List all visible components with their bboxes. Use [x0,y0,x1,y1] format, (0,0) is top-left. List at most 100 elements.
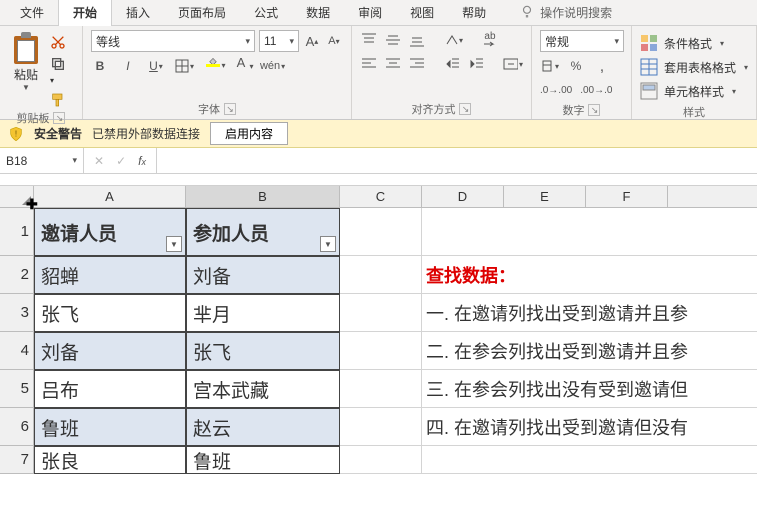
decrease-decimal-button[interactable]: .00→.0 [580,80,612,100]
row-header[interactable]: 3 [0,294,34,332]
table-header-cell[interactable]: 参加人员▼ [186,208,340,256]
accounting-format-button[interactable]: ▾ [540,56,559,76]
wrap-text-button[interactable]: ab [481,30,499,50]
decrease-indent-icon[interactable] [444,54,462,74]
grid-cell[interactable]: 刘备 [34,332,186,370]
increase-indent-icon[interactable] [468,54,486,74]
align-right-icon[interactable] [408,54,426,74]
overlay-line: 三. 在参会列找出没有受到邀请但 [422,370,757,408]
number-dialog-launcher[interactable]: ↘ [588,104,600,116]
conditional-formatting-button[interactable]: 条件格式▾ [640,32,748,54]
alignment-dialog-launcher[interactable]: ↘ [459,103,471,115]
enable-content-button[interactable]: 启用内容 [210,122,288,145]
tab-data[interactable]: 数据 [292,0,344,26]
cut-icon[interactable] [50,34,66,50]
decrease-font-icon[interactable]: A▾ [325,31,343,51]
tab-insert[interactable]: 插入 [112,0,164,26]
insert-function-icon[interactable]: fx [138,154,146,168]
row-header[interactable]: 5 [0,370,34,408]
filter-icon[interactable]: ▼ [320,236,336,252]
format-as-table-button[interactable]: 套用表格格式▾ [640,56,748,78]
font-family-combo[interactable]: 等线▾ [91,30,255,52]
bold-button[interactable]: B [91,56,109,76]
col-header-B[interactable]: B [186,186,340,208]
grid-cell[interactable]: 芈月 [186,294,340,332]
align-top-icon[interactable] [360,30,378,50]
percent-button[interactable]: % [567,56,585,76]
tab-file[interactable]: 文件 [6,0,58,26]
font-color-button[interactable]: A▾ [232,56,250,76]
formula-bar: B18▾ ✕ ✓ fx [0,148,757,174]
grid-cell[interactable]: 张飞 [186,332,340,370]
cancel-formula-icon[interactable]: ✕ [94,154,104,168]
comma-button[interactable]: , [593,56,611,76]
grid-cell[interactable]: 鲁班 [34,408,186,446]
align-center-icon[interactable] [384,54,402,74]
grid-cell[interactable] [340,332,422,370]
tab-help[interactable]: 帮助 [448,0,500,26]
tab-pagelayout[interactable]: 页面布局 [164,0,240,26]
overlay-line: 二. 在参会列找出受到邀请并且参 [422,332,757,370]
phonetic-guide-button[interactable]: wén▾ [260,56,285,76]
tab-review[interactable]: 审阅 [344,0,396,26]
col-header-C[interactable]: C [340,186,422,208]
shield-icon: ! [8,126,24,142]
spreadsheet-grid[interactable]: A B C D E F 1 邀请人员▼ 参加人员▼ 2 貂蝉 刘备 查 [0,186,757,474]
overlay-line: 四. 在邀请列找出受到邀请但没有 [422,408,757,446]
italic-button[interactable]: I [119,56,137,76]
col-header-E[interactable]: E [504,186,586,208]
formula-input[interactable] [157,148,757,173]
table-header-cell[interactable]: 邀请人员▼ [34,208,186,256]
tab-formulas[interactable]: 公式 [240,0,292,26]
col-header-D[interactable]: D [422,186,504,208]
grid-cell[interactable]: 吕布 [34,370,186,408]
grid-cell[interactable]: 鲁班 [186,446,340,474]
grid-cell[interactable]: 张良 [34,446,186,474]
grid-cell[interactable] [340,256,422,294]
underline-button[interactable]: U▾ [147,56,165,76]
align-left-icon[interactable] [360,54,378,74]
tab-view[interactable]: 视图 [396,0,448,26]
grid-cell[interactable] [340,208,422,256]
borders-button[interactable]: ▾ [175,56,194,76]
grid-cell[interactable] [340,370,422,408]
row-header[interactable]: 7 [0,446,34,474]
grid-cell[interactable]: 宫本武藏 [186,370,340,408]
select-all-corner[interactable] [0,186,34,208]
merge-center-button[interactable]: ▾ [503,54,523,74]
grid-cell[interactable] [340,408,422,446]
row-header[interactable]: 6 [0,408,34,446]
font-dialog-launcher[interactable]: ↘ [224,103,236,115]
grid-cell[interactable]: 张飞 [34,294,186,332]
orientation-button[interactable]: ▾ [444,30,463,50]
number-format-combo[interactable]: 常规▾ [540,30,624,52]
grid-cell[interactable] [340,446,422,474]
cell-styles-button[interactable]: 单元格样式▾ [640,80,748,102]
grid-cell[interactable]: 赵云 [186,408,340,446]
align-bottom-icon[interactable] [408,30,426,50]
col-header-F[interactable]: F [586,186,668,208]
lightbulb-icon [520,4,534,21]
row-header[interactable]: 4 [0,332,34,370]
grid-cell[interactable] [340,294,422,332]
fill-color-button[interactable]: ▾ [204,56,222,76]
accept-formula-icon[interactable]: ✓ [116,154,126,168]
styles-group-label: 样式 [683,104,705,120]
filter-icon[interactable]: ▼ [166,236,182,252]
name-box[interactable]: B18▾ [0,148,84,173]
format-painter-icon[interactable] [50,92,66,108]
clipboard-dialog-launcher[interactable]: ↘ [53,112,65,124]
copy-icon[interactable]: ▾ [50,56,66,86]
align-middle-icon[interactable] [384,30,402,50]
grid-cell[interactable]: 刘备 [186,256,340,294]
paste-button[interactable]: 粘贴 ▼ [8,30,44,108]
col-header-A[interactable]: A [34,186,186,208]
increase-font-icon[interactable]: A▴ [303,31,321,51]
row-header[interactable]: 2 [0,256,34,294]
increase-decimal-button[interactable]: .0→.00 [540,80,572,100]
tell-me-hint[interactable]: 操作说明搜索 [540,4,612,21]
tab-home[interactable]: 开始 [58,0,112,26]
grid-cell[interactable]: 貂蝉 [34,256,186,294]
row-header[interactable]: 1 [0,208,34,256]
font-size-combo[interactable]: 11▾ [259,30,299,52]
